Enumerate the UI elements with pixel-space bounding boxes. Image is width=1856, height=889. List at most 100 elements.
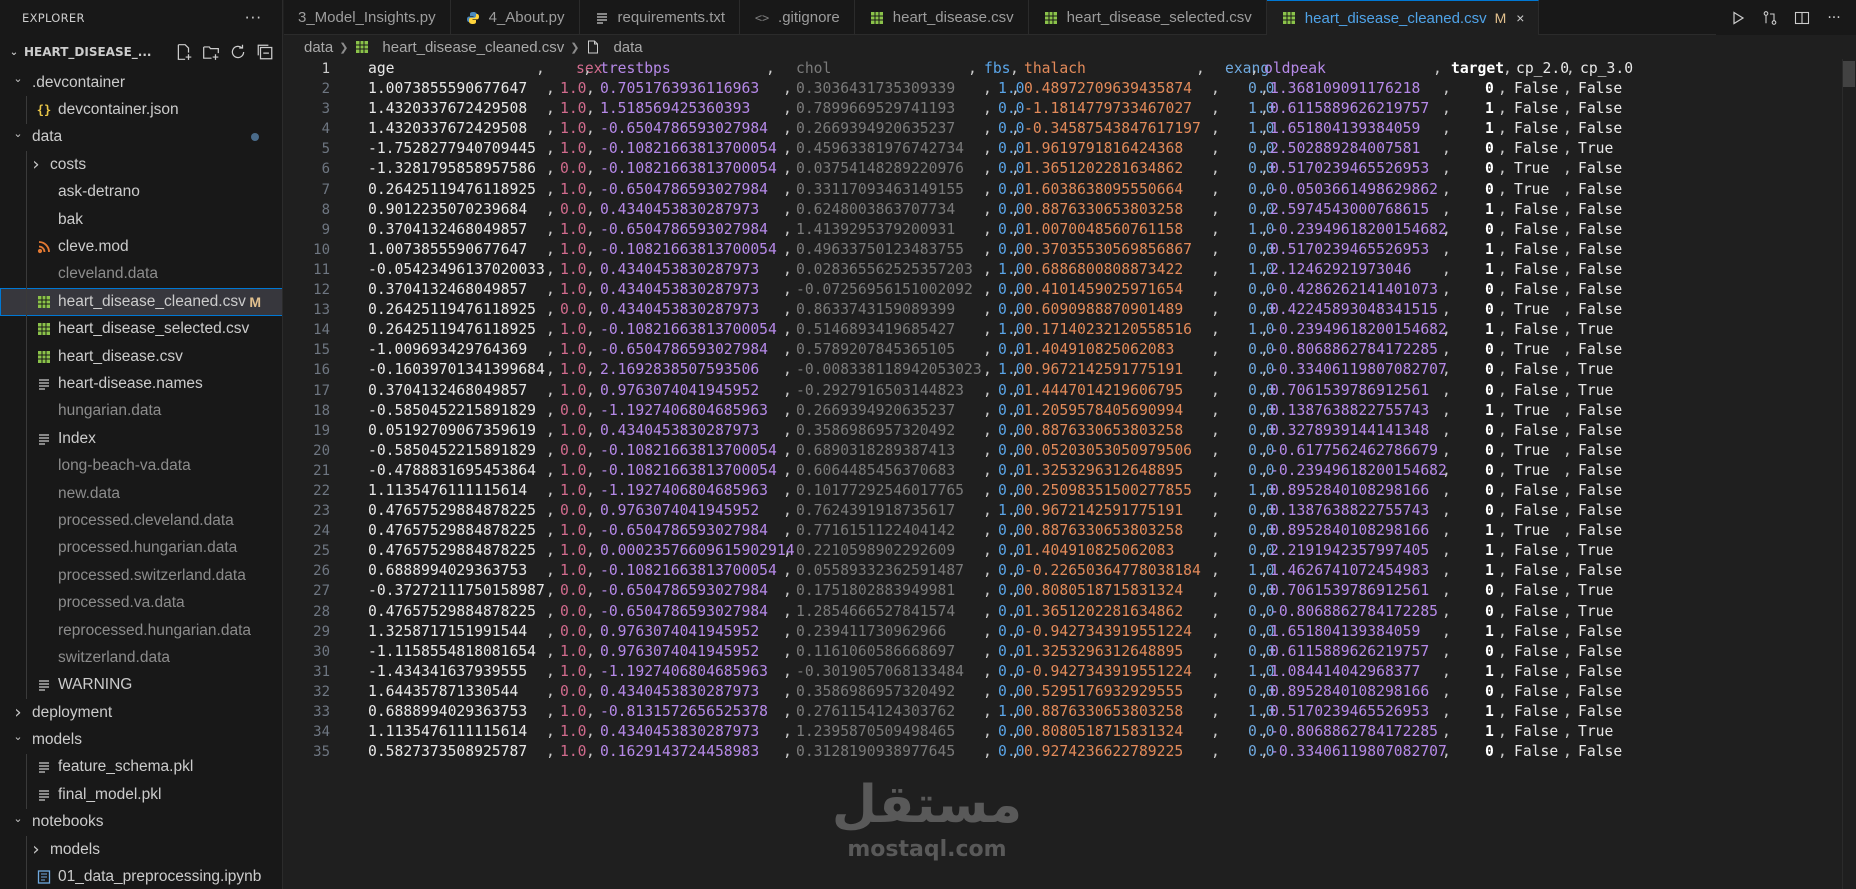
tree-item-label: deployment [32, 703, 113, 721]
csv-cell: -0.23949618200154682 [1270, 220, 1447, 238]
tree-item[interactable]: processed.cleveland.data [0, 507, 282, 535]
tree-item-label: .devcontainer [32, 73, 126, 91]
editor-tab[interactable]: heart_disease.csv [855, 0, 1029, 35]
tree-item[interactable]: 01_data_preprocessing.ipynb [0, 863, 282, 889]
workspace-actions [174, 42, 275, 62]
tree-item[interactable]: heart_disease_cleaned.csv M [0, 288, 282, 316]
comma-separator: , [1011, 361, 1020, 379]
comma-separator: , [1442, 662, 1451, 680]
comma-separator: , [1211, 441, 1220, 459]
comma-separator: , [546, 140, 555, 158]
new-folder-icon[interactable] [201, 42, 221, 62]
line-number: 35 [313, 744, 330, 761]
comma-separator: , [1211, 622, 1220, 640]
tree-item[interactable]: WARNING [0, 671, 282, 699]
vertical-scrollbar[interactable] [1842, 59, 1856, 889]
tree-item[interactable]: › models [0, 835, 282, 864]
tree-item[interactable]: processed.va.data [0, 589, 282, 617]
tree-item[interactable]: ask-detrano [0, 178, 282, 206]
workspace-folder-row[interactable]: ⌄ HEART_DISEASE_... [0, 35, 282, 69]
refresh-icon[interactable] [228, 42, 248, 62]
csv-cell: -0.10821663813700054 [600, 441, 777, 459]
csv-cell: -0.6504786593027984 [600, 341, 769, 359]
tree-item[interactable]: switzerland.data [0, 644, 282, 672]
tree-item[interactable]: cleve.mod [0, 233, 282, 261]
csv-cell: 0.0 [560, 682, 587, 700]
new-file-icon[interactable] [174, 42, 194, 62]
scrollbar-thumb[interactable] [1843, 61, 1855, 87]
tree-item[interactable]: bak [0, 205, 282, 234]
csv-cell: -1.1927406804685963 [600, 662, 769, 680]
csv-cell: 0.0 [560, 622, 587, 640]
breadcrumb-folder[interactable]: data [304, 39, 333, 56]
comma-separator: , [783, 100, 792, 118]
tree-item[interactable]: heart_disease_selected.csv [0, 315, 282, 343]
code-editor[interactable]: 1 2 3 4 5 6 7 8 9 10 11 12 13 14 15 16 17 18 19 20 21 22 23 24 2… [284, 59, 1856, 889]
csv-cell: 0.6064485456370683 [796, 461, 956, 479]
editor-tab[interactable]: 3_Model_Insights.py [284, 0, 451, 35]
csv-cell: 1.0073855590677647 [368, 80, 528, 98]
tree-item[interactable]: new.data [0, 479, 282, 508]
chevron-right-icon[interactable]: › [28, 839, 44, 860]
comma-separator: , [983, 622, 992, 640]
comma-separator: , [983, 642, 992, 660]
comma-separator: , [1260, 703, 1269, 720]
run-icon[interactable] [1728, 8, 1748, 28]
tree-item[interactable]: cleveland.data [0, 260, 282, 289]
breadcrumb-symbol[interactable]: data [613, 39, 642, 56]
csv-cell: 0.5789207845365105 [796, 341, 956, 359]
tree-item[interactable]: final_model.pkl [0, 781, 282, 809]
tree-item[interactable]: reprocessed.hungarian.data [0, 616, 282, 645]
tree-item[interactable]: heart-disease.names [0, 370, 282, 398]
compare-changes-icon[interactable] [1760, 8, 1780, 28]
chevron-right-icon[interactable]: › [28, 154, 44, 175]
editor-tab[interactable]: 4_About.py [451, 0, 580, 35]
tree-item-label: heart_disease_selected.csv [58, 320, 250, 338]
csv-cell: 2.2191942357997405 [1270, 542, 1430, 560]
tree-item[interactable]: feature_schema.pkl [0, 753, 282, 782]
tree-item[interactable]: long-beach-va.data [0, 452, 282, 480]
tree-item[interactable]: processed.hungarian.data [0, 534, 282, 563]
split-editor-icon[interactable] [1792, 8, 1812, 28]
collapse-all-icon[interactable] [255, 42, 275, 62]
editor-tab[interactable]: heart_disease_selected.csv [1029, 0, 1267, 35]
csv-cell: 1.0073855590677647 [368, 240, 528, 258]
tree-item[interactable]: › costs [0, 151, 282, 179]
csv-cell: True [1514, 401, 1550, 419]
close-icon[interactable]: × [1516, 10, 1524, 26]
tree-item[interactable]: ⌄ data [0, 124, 282, 151]
comma-separator: , [1498, 220, 1507, 238]
comma-separator: , [983, 301, 992, 319]
tree-item[interactable]: ⌄ models [0, 726, 282, 753]
csv-cell: 1.0 [560, 481, 587, 499]
csv-cell: 0 [1485, 441, 1494, 459]
comma-separator: , [1442, 582, 1451, 600]
csv-cell: 0.26425119476118925 [368, 321, 537, 339]
more-actions-icon[interactable]: ··· [1824, 8, 1844, 28]
comma-separator: , [1498, 240, 1507, 258]
comma-separator: , [586, 662, 595, 680]
editor-tab[interactable]: heart_disease_cleaned.csv M × [1266, 0, 1540, 35]
tree-item[interactable]: heart_disease.csv [0, 342, 282, 371]
line-number: 34 [313, 724, 330, 741]
comma-separator: , [1563, 301, 1572, 319]
tree-item[interactable]: ⌄ .devcontainer [0, 69, 282, 96]
chevron-down-icon[interactable]: ⌄ [10, 72, 26, 85]
tree-item[interactable]: ⌄ notebooks [0, 809, 282, 836]
chevron-down-icon[interactable]: ⌄ [10, 812, 26, 825]
indent-guide [26, 589, 27, 617]
editor-tab[interactable]: requirements.txt [580, 0, 741, 35]
tree-item[interactable]: Index [0, 425, 282, 453]
comma-separator: , [983, 220, 992, 238]
more-actions-icon[interactable]: ··· [245, 9, 262, 27]
breadcrumb-file[interactable]: heart_disease_cleaned.csv [382, 39, 564, 56]
chevron-down-icon[interactable]: ⌄ [10, 730, 26, 743]
tree-item[interactable]: › deployment [0, 699, 282, 726]
tree-item[interactable]: processed.switzerland.data [0, 562, 282, 590]
tree-item[interactable]: hungarian.data [0, 397, 282, 426]
editor-tab[interactable]: <> .gitignore [740, 0, 855, 35]
comma-separator: , [1563, 421, 1572, 439]
tree-item[interactable]: {} devcontainer.json [0, 96, 282, 124]
chevron-right-icon[interactable]: › [10, 702, 26, 723]
chevron-down-icon[interactable]: ⌄ [10, 127, 26, 140]
